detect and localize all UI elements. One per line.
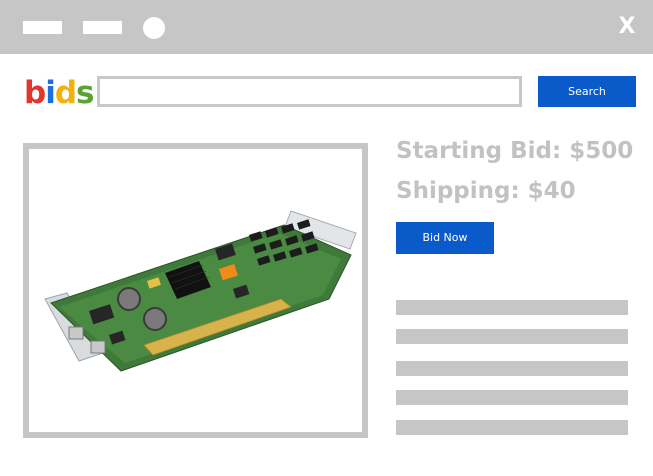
description-placeholder <box>396 329 628 344</box>
description-placeholder <box>396 420 628 435</box>
site-logo[interactable]: bids <box>24 75 95 111</box>
product-image <box>23 143 368 438</box>
close-button[interactable]: X <box>614 11 640 43</box>
logo-letter: d <box>54 75 77 111</box>
bid-now-button[interactable]: Bid Now <box>396 222 494 254</box>
logo-letter: s <box>76 75 94 111</box>
description-placeholder <box>396 300 628 315</box>
titlebar-circle-icon <box>143 17 165 39</box>
starting-bid: Starting Bid: $500 <box>396 138 634 164</box>
window-titlebar: X <box>0 0 653 54</box>
logo-letter: b <box>24 75 46 111</box>
description-placeholder <box>396 361 628 376</box>
search-button[interactable]: Search <box>538 76 636 107</box>
titlebar-dash-icon <box>83 21 122 34</box>
titlebar-dash-icon <box>23 21 62 34</box>
pci-expansion-card-icon <box>44 210 357 372</box>
search-input[interactable] <box>97 76 522 107</box>
shipping-cost: Shipping: $40 <box>396 178 576 204</box>
logo-letter: i <box>45 75 56 111</box>
description-placeholder <box>396 390 628 405</box>
